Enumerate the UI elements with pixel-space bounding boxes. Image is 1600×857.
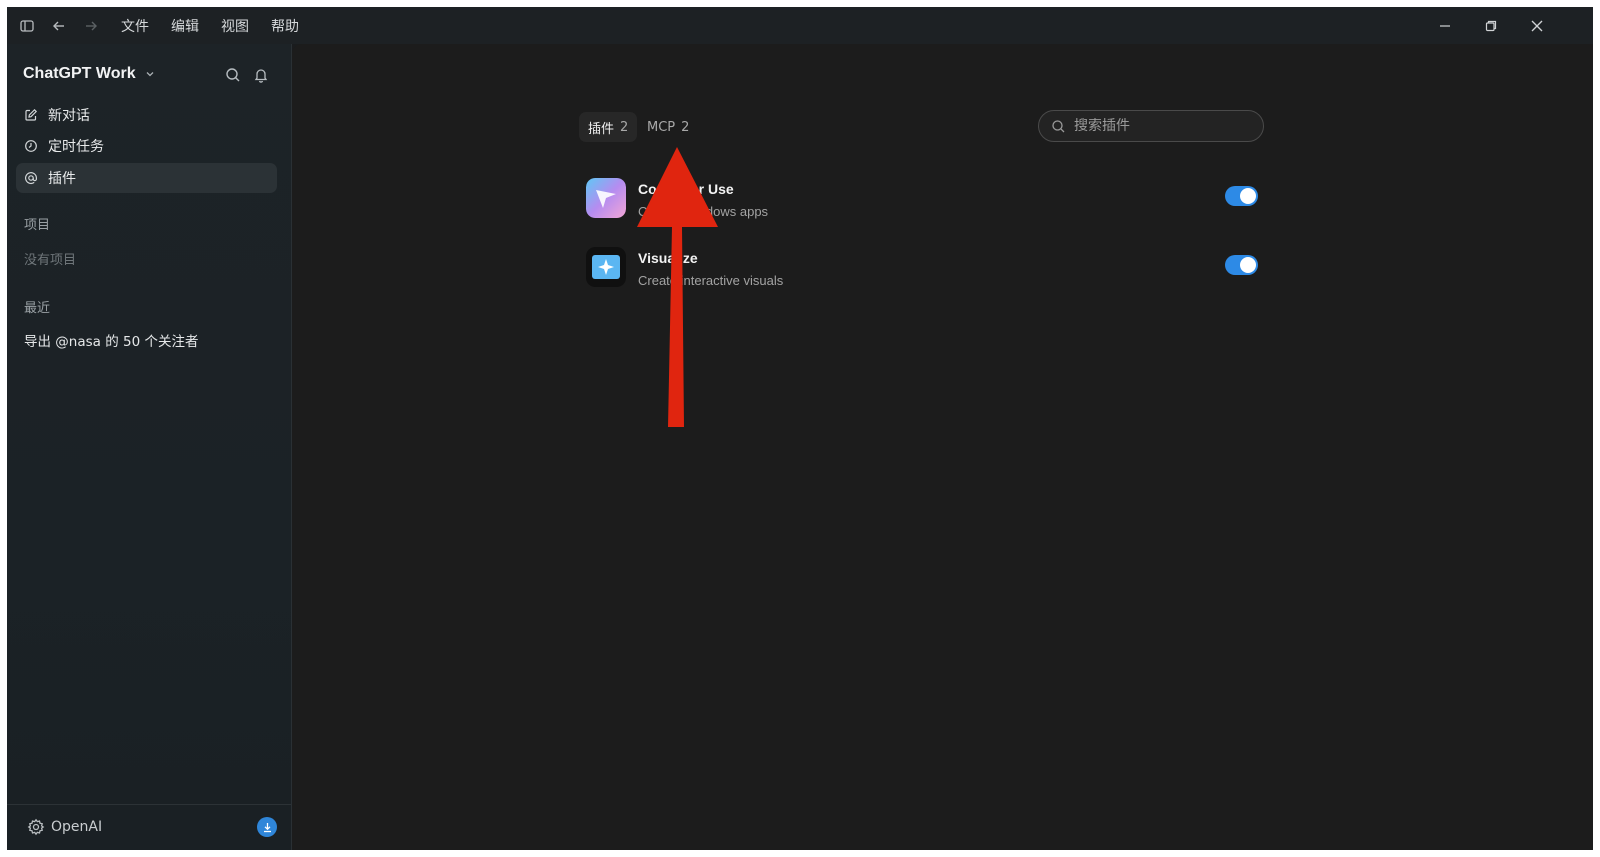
edit-icon bbox=[25, 108, 38, 121]
back-arrow-icon[interactable] bbox=[43, 7, 75, 44]
recent-heading: 最近 bbox=[24, 301, 51, 316]
plugin-description: Control Windows apps bbox=[638, 204, 769, 219]
restore-button[interactable] bbox=[1468, 7, 1514, 44]
sidebar: ChatGPT Work 新对话 定时任务 插件 项目 没有项目 最近 导出 @… bbox=[7, 44, 292, 850]
nav-new-chat[interactable]: 新对话 bbox=[16, 100, 277, 130]
tab-count: 2 bbox=[620, 119, 629, 135]
tab-label: MCP bbox=[647, 119, 676, 135]
nav-label: 定时任务 bbox=[48, 139, 104, 155]
close-button[interactable] bbox=[1514, 7, 1560, 44]
download-update-button[interactable] bbox=[257, 817, 277, 837]
nav-plugins[interactable]: 插件 bbox=[16, 163, 277, 193]
at-icon bbox=[25, 172, 37, 185]
search-icon bbox=[1052, 119, 1065, 132]
plugin-search-box[interactable] bbox=[1038, 110, 1264, 142]
tab-mcp[interactable]: MCP 2 bbox=[638, 112, 698, 142]
main-panel: 插件 2 MCP 2 搜索插件 Computer Use Control Win… bbox=[292, 44, 1593, 850]
menu-edit[interactable]: 编辑 bbox=[167, 16, 203, 36]
workspace-name: ChatGPT Work bbox=[23, 65, 136, 82]
gear-icon[interactable] bbox=[27, 818, 45, 836]
sidebar-footer: OpenAI bbox=[7, 804, 291, 850]
nav-label: 新对话 bbox=[48, 108, 90, 124]
account-label[interactable]: OpenAI bbox=[51, 819, 102, 835]
plugin-title: Computer Use bbox=[638, 181, 734, 197]
plugin-enable-toggle[interactable] bbox=[1225, 255, 1258, 275]
plugin-row-visualize: Visualize Create interactive visuals bbox=[586, 243, 1258, 295]
bell-icon[interactable] bbox=[252, 66, 270, 84]
visualize-icon bbox=[586, 247, 626, 287]
recent-chat-item[interactable]: 导出 @nasa 的 50 个关注者 bbox=[24, 330, 198, 350]
tab-label: 插件 bbox=[588, 121, 615, 137]
plugin-row-computer-use: Computer Use Control Windows apps bbox=[586, 174, 1258, 226]
clock-icon bbox=[25, 140, 37, 152]
sidebar-toggle-icon[interactable] bbox=[11, 7, 43, 44]
toggle-knob bbox=[1240, 257, 1256, 273]
forward-arrow-icon[interactable] bbox=[75, 7, 107, 44]
menu-view[interactable]: 视图 bbox=[217, 16, 253, 36]
projects-empty-text: 没有项目 bbox=[24, 253, 77, 268]
search-icon[interactable] bbox=[224, 66, 242, 84]
plugin-title: Visualize bbox=[638, 250, 698, 266]
projects-heading: 项目 bbox=[24, 218, 51, 233]
app-window: 文件 编辑 视图 帮助 ChatGPT Work 新对话 定时任务 插件 项目 … bbox=[7, 7, 1593, 850]
toggle-knob bbox=[1240, 188, 1256, 204]
plugin-search-input[interactable] bbox=[1074, 118, 1244, 134]
tab-count: 2 bbox=[681, 119, 690, 135]
download-icon bbox=[263, 822, 271, 832]
minimize-button[interactable] bbox=[1422, 7, 1468, 44]
nav-scheduled-tasks[interactable]: 定时任务 bbox=[16, 131, 277, 161]
computer-use-icon bbox=[586, 178, 626, 218]
title-bar: 文件 编辑 视图 帮助 bbox=[7, 7, 1593, 44]
menu-help[interactable]: 帮助 bbox=[267, 16, 303, 36]
workspace-switcher[interactable]: ChatGPT Work bbox=[23, 58, 283, 90]
menu-file[interactable]: 文件 bbox=[117, 16, 153, 36]
plugin-description: Create interactive visuals bbox=[638, 273, 784, 288]
tab-plugins[interactable]: 插件 2 bbox=[579, 112, 638, 142]
plugin-enable-toggle[interactable] bbox=[1225, 186, 1258, 206]
chevron-down-icon bbox=[146, 72, 154, 77]
nav-label: 插件 bbox=[48, 171, 76, 187]
